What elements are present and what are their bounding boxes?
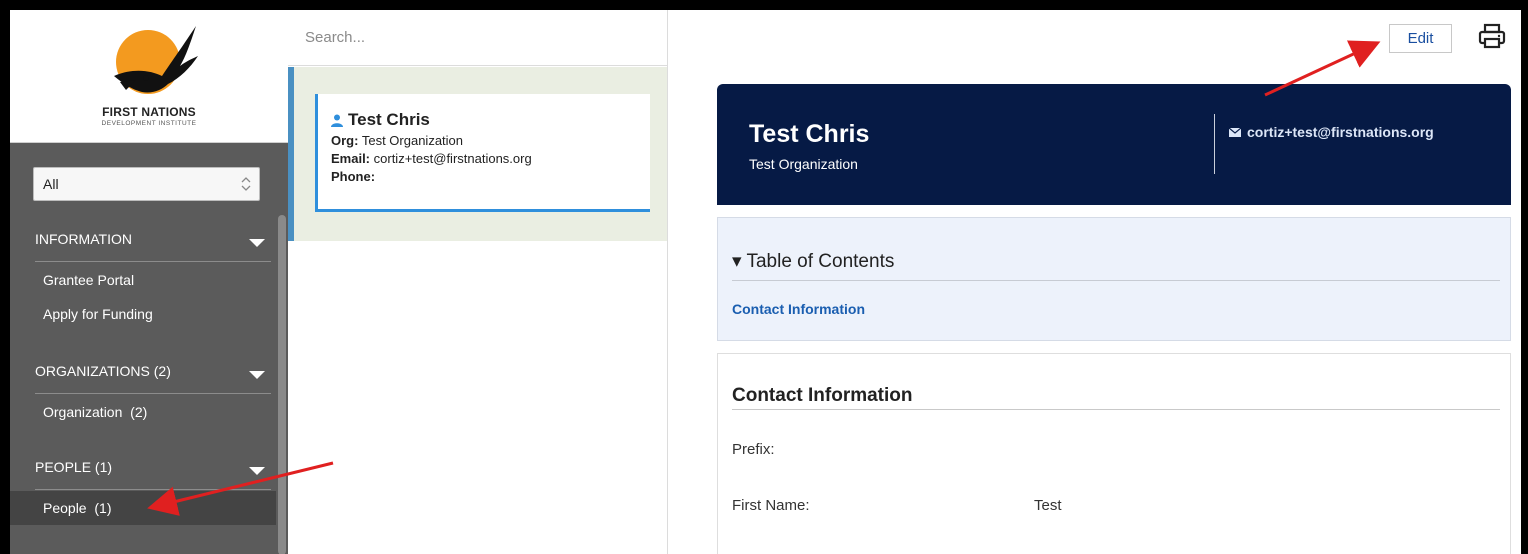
card-phone-label: Phone:: [331, 169, 376, 184]
section-title: Contact Information: [732, 385, 913, 406]
envelope-icon: [1229, 127, 1241, 137]
sidebar-item-label: People (1): [43, 500, 112, 516]
card-org-label: Org:: [331, 133, 359, 148]
contact-card[interactable]: Test Chris Org: Test Organization Email:…: [315, 94, 650, 212]
sidebar-item-label: Organization (2): [43, 404, 148, 420]
app-window: FIRST NATIONS DEVELOPMENT INSTITUTE All …: [10, 10, 1521, 554]
printer-icon[interactable]: [1478, 22, 1506, 50]
sidebar-section-people[interactable]: PEOPLE (1): [35, 444, 271, 490]
sidebar-section-label: PEOPLE (1): [35, 459, 113, 475]
sidebar: FIRST NATIONS DEVELOPMENT INSTITUTE All …: [10, 10, 288, 554]
logo[interactable]: FIRST NATIONS DEVELOPMENT INSTITUTE: [10, 10, 288, 143]
card-org: Org: Test Organization: [331, 133, 650, 148]
profile-header: Test Chris Test Organization cortiz+test…: [717, 84, 1511, 205]
filter-selected-value: All: [43, 176, 59, 192]
toc-toggle[interactable]: ▾ Table of Contents: [732, 250, 894, 273]
divider: [732, 280, 1500, 281]
card-name-row: Test Chris: [331, 110, 650, 130]
sidebar-item-grantee-portal[interactable]: Grantee Portal: [35, 263, 275, 297]
caret-down-icon: [249, 371, 265, 379]
divider: [35, 393, 271, 394]
table-of-contents: ▾ Table of Contents Contact Information: [717, 217, 1511, 341]
detail-pane: Edit Test Chris Test Organization cortiz…: [669, 10, 1521, 554]
person-icon: [331, 114, 343, 127]
sidebar-item-apply-for-funding[interactable]: Apply for Funding: [35, 297, 275, 331]
select-arrows-icon: [241, 177, 251, 191]
sidebar-section-organizations[interactable]: ORGANIZATIONS (2): [35, 348, 271, 394]
card-email: Email: cortiz+test@firstnations.org: [331, 151, 650, 166]
card-email-value: cortiz+test@firstnations.org: [373, 151, 532, 166]
card-name: Test Chris: [348, 110, 430, 129]
profile-email-text: cortiz+test@firstnations.org: [1247, 124, 1434, 140]
filter-select[interactable]: All: [33, 167, 260, 201]
sidebar-item-label: Grantee Portal: [43, 272, 135, 288]
profile-email-link[interactable]: cortiz+test@firstnations.org: [1229, 124, 1434, 140]
field-label-first-name: First Name:: [732, 497, 810, 514]
caret-down-icon: [249, 467, 265, 475]
divider: [35, 261, 271, 262]
edit-button[interactable]: Edit: [1389, 24, 1452, 53]
search-input[interactable]: [288, 10, 667, 66]
first-nations-eagle-logo-icon: [114, 26, 198, 94]
results-list: Test Chris Org: Test Organization Email:…: [288, 10, 668, 554]
contact-information-section: Contact Information Prefix: First Name: …: [717, 353, 1511, 554]
sidebar-section-label: ORGANIZATIONS (2): [35, 363, 171, 379]
sidebar-item-label: Apply for Funding: [43, 306, 153, 322]
toc-link-contact-information[interactable]: Contact Information: [732, 301, 865, 317]
card-phone: Phone:: [331, 169, 650, 184]
profile-organization: Test Organization: [749, 156, 858, 172]
field-label-prefix: Prefix:: [732, 441, 775, 458]
brand-subtitle: DEVELOPMENT INSTITUTE: [101, 120, 197, 127]
card-email-label: Email:: [331, 151, 371, 166]
sidebar-section-label: INFORMATION: [35, 231, 132, 247]
field-value-first-name: Test: [1034, 497, 1062, 514]
sidebar-item-organization[interactable]: Organization (2): [35, 395, 275, 429]
card-org-value: Test Organization: [361, 133, 464, 148]
divider: [732, 409, 1500, 410]
profile-name: Test Chris: [749, 120, 870, 148]
caret-down-icon: [249, 239, 265, 247]
sidebar-section-information[interactable]: INFORMATION: [35, 216, 271, 262]
brand-title: FIRST NATIONS: [102, 105, 196, 119]
divider: [1214, 114, 1215, 174]
sidebar-item-people[interactable]: People (1): [10, 491, 276, 525]
sidebar-scrollbar[interactable]: [278, 215, 286, 554]
divider: [35, 489, 271, 490]
